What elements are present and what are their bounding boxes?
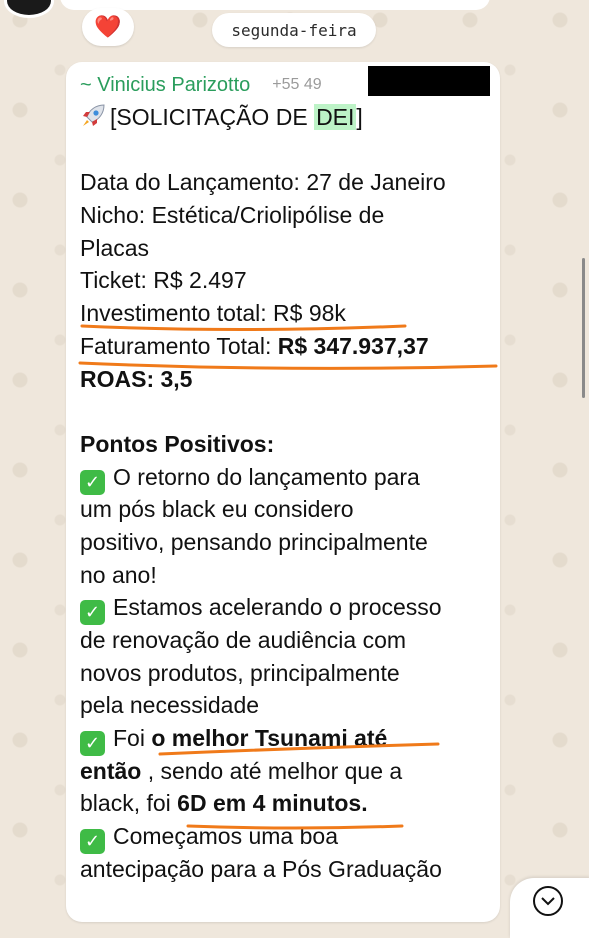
positive-3-pre: Foi bbox=[113, 725, 152, 752]
launch-date: Data do Lançamento: 27 de Janeiro bbox=[80, 169, 446, 196]
revenue-value: R$ 347.937,37 bbox=[277, 332, 429, 359]
niche-line-1: Nicho: Estética/Criolipólise de bbox=[80, 202, 385, 229]
positive-3-mid: , sendo até melhor que a bbox=[141, 757, 403, 784]
scrollbar-thumb[interactable] bbox=[582, 258, 585, 398]
rocket-icon bbox=[80, 101, 110, 134]
revenue: Faturamento Total: R$ 347.937,37 bbox=[80, 330, 496, 363]
previous-message-bubble[interactable] bbox=[60, 0, 490, 10]
positive-2-text-1: Estamos acelerando o processo bbox=[113, 594, 442, 621]
ticket: Ticket: R$ 2.497 bbox=[80, 267, 247, 294]
positive-2-line-4: pela necessidade bbox=[80, 692, 260, 719]
positive-1-line-4: no ano! bbox=[80, 561, 157, 588]
sender-phone: +55 49 bbox=[272, 76, 322, 93]
check-mark-icon: ✓ bbox=[80, 469, 105, 495]
date-divider: segunda-feira bbox=[212, 13, 376, 47]
message-body: [SOLICITAÇÃO DE DEI] Data do Lançamento:… bbox=[80, 101, 496, 886]
title-suffix: ] bbox=[356, 104, 363, 130]
title-prefix: [SOLICITAÇÃO DE bbox=[110, 104, 315, 130]
title-highlight: DEI bbox=[314, 104, 357, 130]
positive-3-line-3: black, foi 6D em 4 minutos. bbox=[80, 787, 496, 820]
positive-3-line-3-pre: black, foi bbox=[80, 790, 178, 817]
chevron-down-icon[interactable] bbox=[533, 886, 563, 916]
sender-header: ~ Vinicius Parizotto +55 49 bbox=[80, 72, 322, 98]
positive-3-bold-2: então bbox=[80, 757, 142, 784]
positive-1-line-3: positivo, pensando principalmente bbox=[80, 528, 428, 555]
positive-4-text-1: Começamos uma boa bbox=[113, 823, 338, 850]
positive-1-text-1: O retorno do lançamento para bbox=[113, 463, 420, 490]
positive-4-line-2: antecipação para a Pós Graduação bbox=[80, 855, 442, 882]
positive-3-line-1: ✓ Foi o melhor Tsunami até bbox=[80, 722, 496, 757]
message-title: [SOLICITAÇÃO DE DEI] bbox=[80, 101, 496, 134]
heart-reaction-icon[interactable]: ❤️ bbox=[82, 8, 134, 46]
investment: Investimento total: R$ 98k bbox=[80, 300, 346, 327]
positive-1-line-2: um pós black eu considero bbox=[80, 496, 354, 523]
check-mark-icon: ✓ bbox=[80, 731, 105, 757]
check-mark-icon: ✓ bbox=[80, 829, 105, 855]
roas: ROAS: 3,5 bbox=[80, 365, 193, 392]
positive-2-line-3: novos produtos, principalmente bbox=[80, 659, 400, 686]
niche-line-2: Placas bbox=[80, 234, 150, 261]
redacted-phone-block bbox=[368, 66, 490, 96]
positive-2-line-2: de renovação de audiência com bbox=[80, 627, 407, 653]
positive-2-line-1: ✓ Estamos acelerando o processo bbox=[80, 591, 496, 626]
revenue-label: Faturamento Total: bbox=[80, 332, 278, 359]
sender-name[interactable]: ~ Vinicius Parizotto bbox=[80, 74, 250, 97]
positive-3-line-2: então , sendo até melhor que a bbox=[80, 755, 496, 788]
positives-heading: Pontos Positivos: bbox=[80, 430, 275, 457]
check-mark-icon: ✓ bbox=[80, 600, 105, 626]
positive-3-bold-1: o melhor Tsunami até bbox=[151, 725, 388, 752]
positive-1-line-1: ✓ O retorno do lançamento para bbox=[80, 461, 496, 495]
positive-3-bold-3: 6D em 4 minutos. bbox=[177, 790, 368, 817]
positive-4-line-1: ✓ Começamos uma boa bbox=[80, 820, 496, 855]
